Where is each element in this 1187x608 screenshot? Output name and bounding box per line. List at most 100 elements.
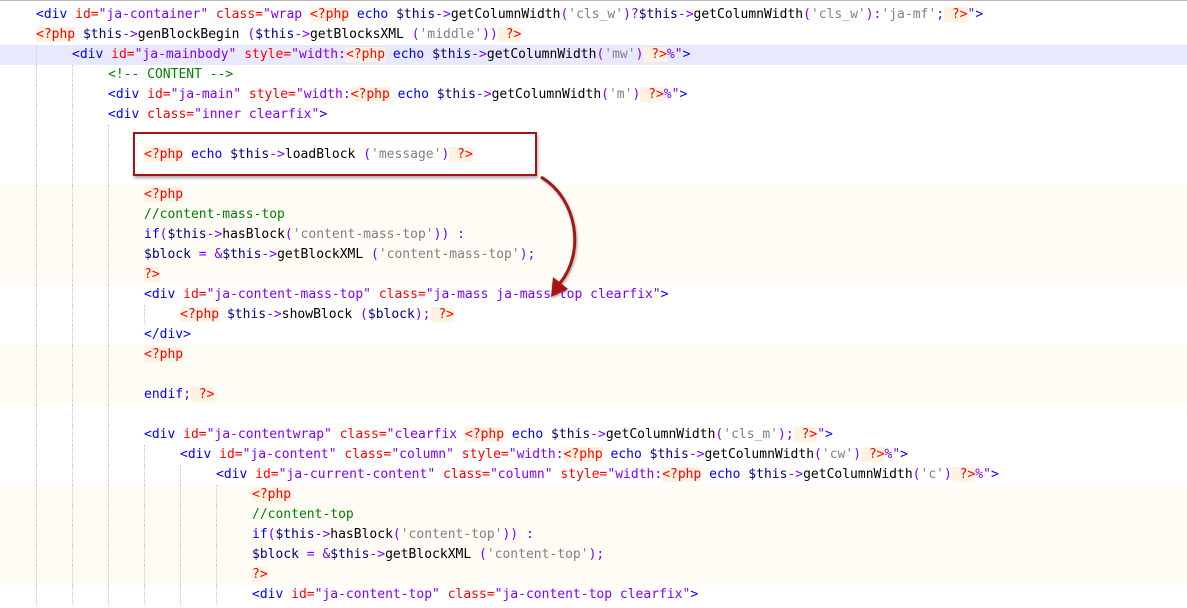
indent-guide (72, 225, 73, 245)
code-token: ); (778, 427, 794, 442)
indent-guide (36, 325, 37, 345)
code-line: ?> (0, 565, 1187, 585)
indent-guide (72, 385, 73, 405)
code-text: <div id="ja-container" class="wrap <?php… (36, 5, 983, 25)
code-token: <?php (345, 47, 386, 62)
indent-guide (36, 305, 37, 325)
code-token: ( (803, 7, 811, 22)
code-text: <div id="ja-main" style="width:<?php ech… (108, 85, 687, 105)
code-token: ( (284, 227, 293, 242)
code-token: "width: (291, 47, 346, 62)
code-token: "column" (391, 447, 454, 462)
code-text: <!-- CONTENT --> (108, 65, 233, 85)
code-token: -> (471, 47, 487, 62)
indent-guide (36, 265, 37, 285)
indent-guide (72, 505, 73, 525)
code-line: ?> (0, 265, 1187, 285)
code-line: <div id="ja-current-content" class="colu… (0, 465, 1187, 485)
code-token: ?> (951, 467, 976, 482)
code-token: 'content-top' (400, 527, 503, 542)
code-token: "ja-contentwrap" (206, 427, 332, 442)
indent-guide (108, 265, 109, 285)
code-line: if($this->hasBlock('content-top')) : (0, 525, 1187, 545)
indent-guide (72, 525, 73, 545)
indent-guide (36, 205, 37, 225)
code-text: <div id="ja-content" class="column" styl… (180, 445, 908, 465)
indent-guide (72, 85, 73, 105)
indent-guide (216, 585, 217, 605)
indent-guide (216, 545, 217, 565)
code-token: ; (183, 387, 191, 402)
indent-guide (108, 325, 109, 345)
code-text: if($this->hasBlock('content-top')) : (252, 525, 534, 545)
code-token: %" (663, 87, 680, 102)
code-token: id= (291, 587, 315, 602)
code-token: ( (360, 307, 368, 322)
code-text: </div> (144, 325, 191, 345)
code-token: class= (447, 587, 495, 602)
code-token: > (660, 287, 669, 302)
indent-guide (108, 145, 109, 165)
code-line: <?php $this->showBlock ($block); ?> (0, 305, 1187, 325)
code-token: <div (108, 107, 148, 122)
code-token: ); (414, 307, 431, 322)
indent-guide (36, 65, 37, 85)
code-token: "ja-main" (170, 87, 242, 102)
indent-guide (144, 305, 145, 325)
indent-guide (36, 485, 37, 505)
indent-guide (72, 585, 73, 605)
code-token: if (144, 227, 160, 242)
indent-guide (36, 445, 37, 465)
code-token: ?> (497, 27, 522, 42)
code-token: ?> (190, 387, 215, 402)
code-token: getColumnWidth (450, 7, 561, 22)
indent-guide (36, 145, 37, 165)
code-token: getColumnWidth (704, 447, 815, 462)
indent-guide (72, 445, 73, 465)
indent-guide (180, 465, 181, 485)
indent-guide (180, 565, 181, 585)
indent-guide (216, 505, 217, 525)
indent-guide (72, 345, 73, 365)
code-token: $this (255, 27, 295, 42)
code-token: id= (111, 47, 135, 62)
indent-guide (108, 285, 109, 305)
code-token: ( (601, 87, 609, 102)
code-text: ?> (144, 265, 160, 285)
indent-guide (36, 225, 37, 245)
code-token: "ja-current-content" (278, 467, 436, 482)
code-token: )? (623, 7, 639, 22)
code-text: <?php $this->genBlockBegin ($this->getBl… (36, 25, 522, 45)
code-token: <div (144, 287, 184, 302)
code-token: "ja-content-top clearfix" (494, 587, 691, 602)
indent-guide (216, 525, 217, 545)
code-token: -> (369, 547, 386, 562)
code-token: <div (36, 7, 76, 22)
indent-guide (36, 565, 37, 585)
code-text: if($this->hasBlock('content-mass-top')) … (144, 225, 465, 245)
indent-guide (180, 585, 181, 605)
code-text: <?php (144, 345, 184, 365)
indent-guide (108, 425, 109, 445)
code-editor[interactable]: <div id="ja-container" class="wrap <?php… (0, 0, 1187, 608)
code-text: <div id="ja-contentwrap" class="clearfix… (144, 425, 833, 445)
code-token: id= (183, 287, 207, 302)
code-token: getColumnWidth (693, 7, 804, 22)
code-token: " (817, 427, 826, 442)
code-line: <?php (0, 185, 1187, 205)
code-token: "column" (489, 467, 553, 482)
code-token: echo (701, 467, 749, 482)
code-token: 'm' (608, 87, 633, 102)
code-token: "ja-content" (242, 447, 337, 462)
indent-guide (36, 85, 37, 105)
code-line: <?php (0, 345, 1187, 365)
indent-guide (72, 145, 73, 165)
code-token: -> (435, 7, 451, 22)
indent-guide (36, 365, 37, 385)
code-line: //content-top (0, 505, 1187, 525)
code-token: <div (252, 587, 292, 602)
code-token: ?> (793, 427, 818, 442)
